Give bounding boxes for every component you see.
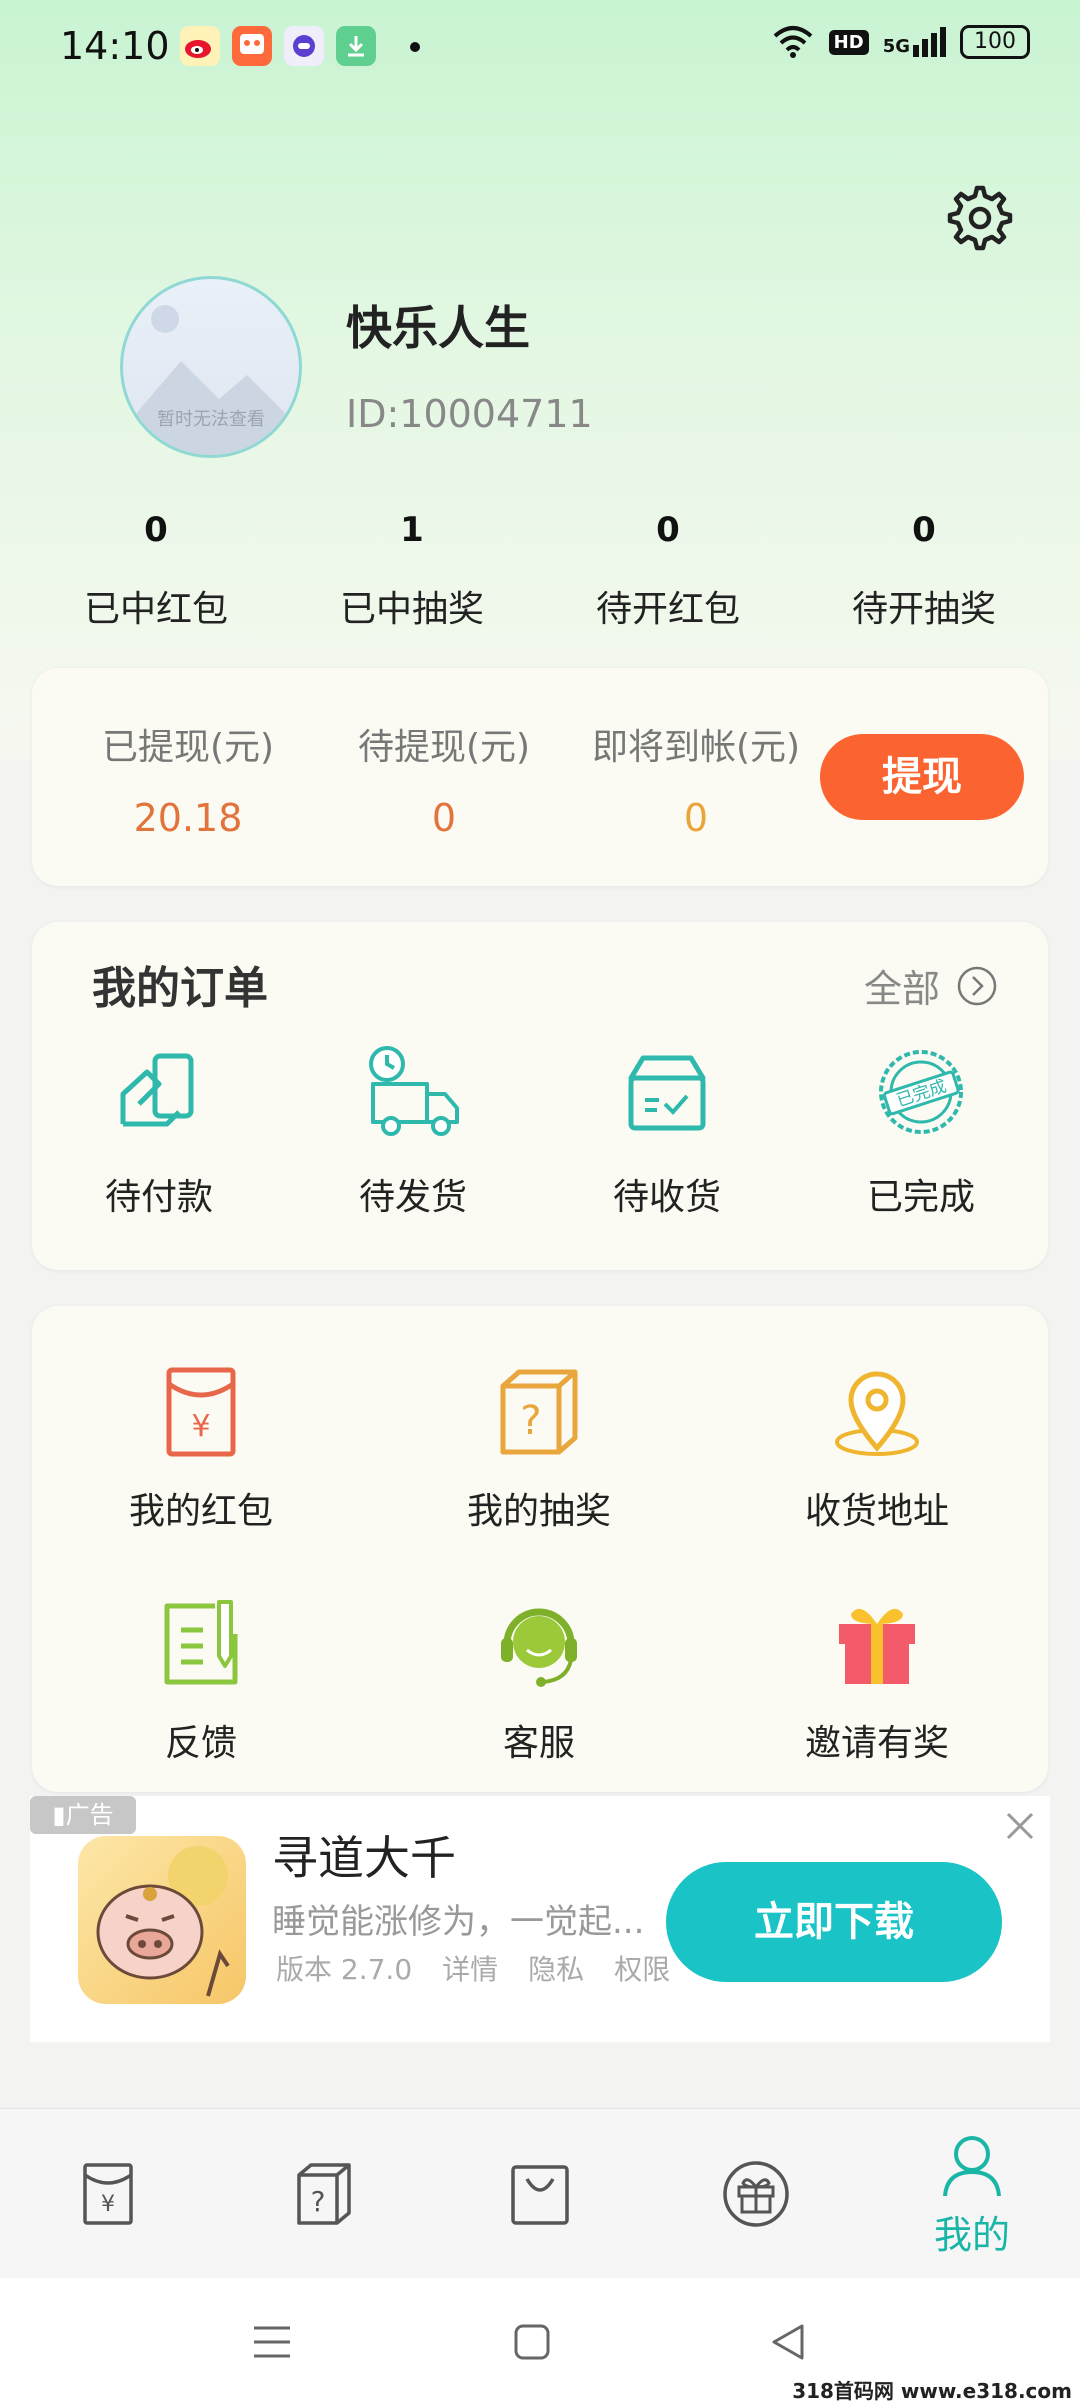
download-now-button[interactable]: 立即下载 bbox=[666, 1862, 1002, 1982]
feedback[interactable]: 反馈 bbox=[32, 1594, 370, 1766]
mystery-box-icon: ? bbox=[500, 1369, 578, 1455]
ad-tag: ▮广告 bbox=[30, 1796, 136, 1834]
ad-pig-character-image bbox=[96, 1846, 230, 1997]
order-pending-receipt[interactable]: 待收货 bbox=[540, 1042, 794, 1220]
my-lottery[interactable]: ? 我的抽奖 bbox=[370, 1362, 708, 1534]
avatar-unavailable-text: 暂时无法查看 bbox=[157, 409, 265, 430]
user-icon bbox=[943, 2135, 1001, 2196]
status-time: 14:10 bbox=[60, 24, 170, 68]
battery-indicator: 100 bbox=[960, 25, 1030, 59]
ad-description: 睡觉能涨修为，一觉起... bbox=[272, 1902, 645, 1942]
ad-version: 版本 2.7.0 bbox=[276, 1953, 413, 1986]
signal-icon: 5G bbox=[883, 27, 946, 57]
stat-won-red-packets[interactable]: 0 已中红包 bbox=[28, 510, 284, 632]
ad-person-icon: ▮ bbox=[52, 1801, 66, 1829]
incoming-amount: 即将到帐(元) 0 bbox=[591, 727, 801, 840]
order-completed[interactable]: 已完成 已完成 bbox=[794, 1042, 1048, 1220]
my-red-packets[interactable]: ¥ 我的红包 bbox=[32, 1362, 370, 1534]
ad-title: 寻道大千 bbox=[272, 1831, 456, 1885]
withdraw-button[interactable]: 提现 bbox=[820, 734, 1024, 820]
username: 快乐人生 bbox=[346, 301, 530, 355]
nav-mine[interactable]: 我的 bbox=[864, 2109, 1080, 2279]
services-row-1: ¥ 我的红包 ? 我的抽奖 收货地址 bbox=[32, 1362, 1048, 1534]
chevron-right-circle-icon bbox=[957, 966, 997, 1005]
weibo-icon bbox=[180, 26, 220, 66]
status-indicators: HD 5G 100 bbox=[771, 24, 1030, 60]
mystery-box-icon: ? bbox=[297, 2163, 351, 2225]
invite-reward[interactable]: 邀请有奖 bbox=[708, 1594, 1046, 1766]
menu-icon[interactable] bbox=[252, 2322, 292, 2362]
orders-title: 我的订单 bbox=[92, 963, 268, 1014]
pending-withdraw-amount: 待提现(元) 0 bbox=[357, 727, 531, 840]
settings-gear-icon[interactable] bbox=[940, 180, 1014, 254]
delivery-truck-icon bbox=[369, 1046, 459, 1136]
stats-row: 0 已中红包 1 已中抽奖 0 待开红包 0 待开抽奖 bbox=[28, 510, 1052, 632]
home-icon[interactable] bbox=[512, 2322, 552, 2362]
stat-pending-red-packets[interactable]: 0 待开红包 bbox=[540, 510, 796, 632]
services-card: ¥ 我的红包 ? 我的抽奖 收货地址 反馈 客服 邀请有奖 bbox=[32, 1306, 1048, 1792]
wallet-card: 已提现(元) 20.18 待提现(元) 0 即将到帐(元) 0 提现 bbox=[32, 668, 1048, 886]
ad-app-image bbox=[78, 1836, 246, 2004]
nav-red-packet[interactable]: ¥ bbox=[0, 2109, 216, 2279]
hd-badge: HD bbox=[828, 29, 869, 55]
payment-icon bbox=[120, 1053, 194, 1127]
nav-mine-label: 我的 bbox=[933, 2212, 1010, 2257]
purple-app-icon bbox=[284, 26, 324, 66]
feedback-icon bbox=[164, 1600, 238, 1685]
orders-card: 我的订单 全部 待付款 待发货 待收货 已完成 已完成 bbox=[32, 922, 1048, 1270]
system-navigation-bar: 318首码网 www.e318.com bbox=[0, 2278, 1080, 2408]
app-notification-icon bbox=[232, 26, 272, 66]
red-envelope-icon: ¥ bbox=[166, 1367, 236, 1457]
bottom-nav: ¥ ? 我的 bbox=[0, 2108, 1080, 2279]
ad-privacy-link[interactable]: 隐私 bbox=[528, 1948, 584, 1988]
order-pending-shipment[interactable]: 待发货 bbox=[286, 1042, 540, 1220]
customer-service[interactable]: 客服 bbox=[370, 1594, 708, 1766]
red-envelope-icon: ¥ bbox=[83, 2163, 133, 2225]
svg-text:¥: ¥ bbox=[101, 2192, 115, 2217]
nav-lottery[interactable]: ? bbox=[216, 2109, 432, 2279]
svg-text:?: ? bbox=[520, 1398, 541, 1444]
svg-text:¥: ¥ bbox=[191, 1409, 210, 1444]
close-icon[interactable] bbox=[1002, 1808, 1038, 1844]
order-status-row: 待付款 待发货 待收货 已完成 已完成 bbox=[32, 1042, 1048, 1220]
back-icon[interactable] bbox=[768, 2322, 808, 2362]
avatar[interactable]: 暂时无法查看 bbox=[120, 276, 302, 458]
view-all-orders-link[interactable]: 全部 bbox=[864, 958, 998, 1013]
order-pending-payment[interactable]: 待付款 bbox=[32, 1042, 286, 1220]
nav-gift[interactable] bbox=[648, 2109, 864, 2279]
wifi-icon bbox=[773, 26, 812, 58]
watermark: 318首码网 www.e318.com bbox=[792, 2379, 1072, 2403]
user-id: ID:10004711 bbox=[346, 392, 593, 436]
completed-stamp-icon: 已完成 bbox=[879, 1050, 963, 1134]
status-app-icons bbox=[180, 26, 376, 66]
receive-box-icon bbox=[628, 1055, 706, 1131]
notification-dot bbox=[410, 42, 420, 52]
shopping-bag-icon bbox=[511, 2165, 569, 2225]
ad-permissions-link[interactable]: 权限 bbox=[614, 1948, 670, 1988]
withdrawn-amount: 已提现(元) 20.18 bbox=[101, 727, 275, 840]
shipping-address[interactable]: 收货地址 bbox=[708, 1362, 1046, 1534]
ad-details-link[interactable]: 详情 bbox=[442, 1948, 498, 1988]
ad-meta: 版本 2.7.0 详情 隐私 权限 bbox=[276, 1948, 670, 1988]
stat-pending-lottery[interactable]: 0 待开抽奖 bbox=[796, 510, 1052, 632]
svg-text:?: ? bbox=[311, 2185, 326, 2218]
customer-service-icon bbox=[501, 1608, 577, 1687]
stat-won-lottery[interactable]: 1 已中抽奖 bbox=[284, 510, 540, 632]
download-icon bbox=[336, 26, 376, 66]
gift-icon bbox=[839, 1608, 915, 1684]
nav-shop[interactable] bbox=[432, 2109, 648, 2279]
gift-circle-icon bbox=[723, 2161, 789, 2227]
services-row-2: 反馈 客服 邀请有奖 bbox=[32, 1594, 1048, 1766]
location-pin-icon bbox=[835, 1371, 919, 1456]
